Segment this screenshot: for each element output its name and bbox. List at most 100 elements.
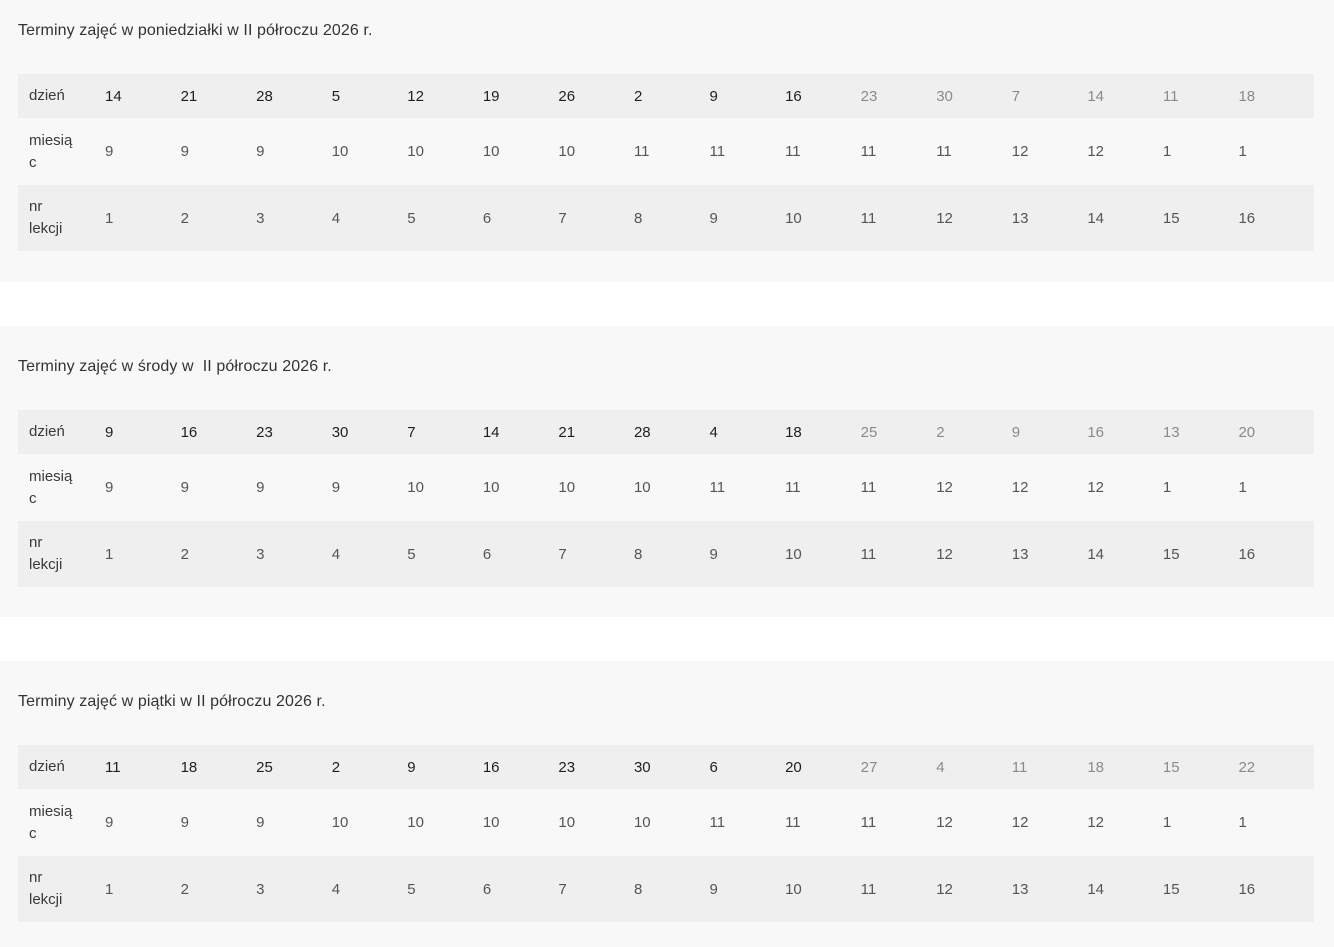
lesson-cell: 8 — [633, 209, 643, 227]
table-row-lesson: nr lekcji 1 2 3 4 5 6 7 8 9 10 11 12 13 … — [18, 856, 1314, 922]
month-cell: 11 — [936, 143, 952, 160]
lesson-cell: 6 — [482, 545, 492, 563]
day-cell: 2 — [633, 87, 643, 105]
table-row-month: miesią c 9 9 9 9 10 10 10 10 11 11 11 12… — [18, 454, 1314, 521]
day-cell: 18 — [180, 758, 198, 776]
day-cell: 25 — [860, 423, 878, 441]
lesson-cell: 12 — [936, 545, 953, 563]
month-cell: 12 — [936, 814, 953, 831]
month-cell: 9 — [331, 479, 341, 496]
day-cell: 21 — [558, 423, 576, 441]
lesson-cell: 2 — [180, 545, 189, 563]
month-cell: 12 — [1011, 479, 1029, 496]
day-cell: 20 — [785, 758, 802, 776]
lesson-cell: 1 — [105, 880, 114, 898]
lesson-cell: 2 — [180, 880, 189, 898]
month-cell: 1 — [1238, 814, 1247, 831]
month-cell: 9 — [256, 814, 265, 831]
day-cell: 18 — [1238, 87, 1256, 105]
section-title: Terminy zajęć w środy w II półroczu 2026… — [18, 358, 332, 375]
lesson-cell: 15 — [1162, 880, 1180, 898]
month-cell: 9 — [180, 814, 189, 831]
schedule-table: dzień 9 16 23 30 7 14 21 28 4 18 25 2 9 … — [18, 410, 1314, 587]
day-cell: 4 — [936, 758, 945, 776]
day-cell: 30 — [936, 87, 953, 105]
month-cell: 11 — [785, 814, 801, 831]
month-cell: 11 — [860, 143, 877, 160]
lesson-cell: 5 — [407, 880, 416, 898]
month-cell: 11 — [860, 479, 877, 496]
lesson-cell: 14 — [1087, 545, 1104, 563]
month-cell: 10 — [407, 814, 424, 831]
table-row-lesson: nr lekcji 1 2 3 4 5 6 7 8 9 10 11 12 13 … — [18, 521, 1314, 587]
table-row-day: dzień 9 16 23 30 7 14 21 28 4 18 25 2 9 … — [18, 410, 1314, 454]
month-cell: 12 — [936, 479, 953, 496]
month-cell: 10 — [558, 479, 576, 496]
month-cell: 12 — [1011, 143, 1029, 160]
lesson-cell: 3 — [256, 209, 265, 227]
lesson-cell: 3 — [256, 545, 265, 563]
lesson-cell: 10 — [785, 545, 802, 563]
day-cell: 5 — [331, 87, 341, 105]
row-header-lesson: nr lekcji — [29, 198, 63, 237]
day-cell: 22 — [1238, 758, 1256, 776]
lesson-cell: 7 — [558, 545, 567, 563]
lesson-cell: 16 — [1238, 545, 1256, 563]
day-cell: 7 — [1011, 87, 1021, 105]
month-cell: 9 — [180, 143, 189, 160]
month-cell: 10 — [558, 143, 576, 160]
lesson-cell: 5 — [407, 209, 416, 227]
day-cell: 14 — [1087, 87, 1104, 105]
day-cell: 14 — [482, 423, 500, 441]
day-cell: 23 — [558, 758, 576, 776]
month-cell: 10 — [482, 814, 500, 831]
month-cell: 11 — [709, 479, 726, 496]
lesson-cell: 9 — [709, 545, 718, 563]
month-cell: 10 — [633, 479, 651, 496]
day-cell: 26 — [558, 87, 576, 105]
row-header-lesson: nr lekcji — [29, 534, 63, 573]
month-cell: 9 — [180, 479, 189, 496]
lesson-cell: 15 — [1162, 209, 1180, 227]
month-cell: 1 — [1238, 479, 1247, 496]
day-cell: 4 — [709, 423, 718, 441]
table-row-month: miesią c 9 9 9 10 10 10 10 10 11 11 11 1… — [18, 789, 1314, 856]
day-cell: 30 — [633, 758, 651, 776]
row-header-lesson: nr lekcji — [29, 869, 63, 908]
schedule-section-friday: Terminy zajęć w piątki w II półroczu 202… — [0, 661, 1334, 947]
lesson-cell: 13 — [1011, 880, 1029, 898]
day-cell: 16 — [180, 423, 198, 441]
lesson-cell: 9 — [709, 209, 718, 227]
lesson-cell: 9 — [709, 880, 718, 898]
day-cell: 23 — [256, 423, 273, 441]
month-cell: 10 — [331, 814, 349, 831]
day-cell: 18 — [785, 423, 802, 441]
month-cell: 11 — [785, 479, 801, 496]
month-cell: 10 — [482, 479, 500, 496]
lesson-cell: 11 — [860, 880, 877, 898]
lesson-cell: 3 — [256, 880, 265, 898]
lesson-cell: 8 — [633, 545, 643, 563]
table-row-day: dzień 14 21 28 5 12 19 26 2 9 16 23 30 7… — [18, 74, 1314, 118]
day-cell: 9 — [105, 423, 114, 441]
day-cell: 11 — [1011, 758, 1028, 776]
month-cell: 10 — [482, 143, 500, 160]
day-cell: 14 — [105, 87, 122, 105]
row-header-day: dzień — [29, 87, 65, 104]
day-cell: 21 — [180, 87, 198, 105]
day-cell: 20 — [1238, 423, 1256, 441]
month-cell: 9 — [105, 814, 114, 831]
lesson-cell: 2 — [180, 209, 189, 227]
lesson-cell: 8 — [633, 880, 643, 898]
lesson-cell: 10 — [785, 880, 802, 898]
day-cell: 9 — [1011, 423, 1021, 441]
month-cell: 10 — [407, 143, 424, 160]
day-cell: 18 — [1087, 758, 1104, 776]
day-cell: 9 — [407, 758, 416, 776]
lesson-cell: 13 — [1011, 209, 1029, 227]
row-header-month: miesią c — [29, 802, 73, 842]
month-cell: 10 — [633, 814, 651, 831]
month-cell: 9 — [256, 479, 265, 496]
row-header-month: miesią c — [29, 467, 73, 507]
lesson-cell: 4 — [331, 209, 341, 227]
